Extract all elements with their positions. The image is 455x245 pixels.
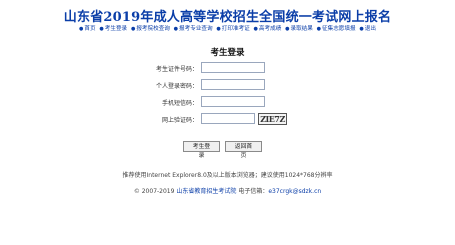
bullet-icon: ● <box>285 26 290 32</box>
captcha-label: 网上验证码： <box>161 117 198 124</box>
back-home-button[interactable]: 返回首页 <box>225 141 262 159</box>
nav-item-label: 录取结果 <box>290 26 313 32</box>
bullet-icon: ● <box>359 26 364 32</box>
email-label: 电子信箱： <box>238 188 269 195</box>
email-link[interactable]: e37crgk@sdzk.cn <box>268 188 321 195</box>
password-input[interactable] <box>201 79 265 90</box>
bullet-icon: ● <box>79 26 84 32</box>
page: 山东省2019年成人高等学校招生全国统一考试网上报名 ●首页 ●考生登录 ●报考… <box>0 0 455 245</box>
captcha-image[interactable]: ZIE7Z <box>258 113 287 125</box>
org-link[interactable]: 山东省教育招生考试院 <box>176 188 236 195</box>
bullet-icon: ● <box>253 26 258 32</box>
sms-row: 手机短信码： <box>0 96 455 110</box>
nav-item-label: 征集志愿填报 <box>322 26 356 32</box>
login-button[interactable]: 考生登录 <box>183 141 220 159</box>
bullet-icon: ● <box>316 26 322 32</box>
nav-item-label: 首页 <box>84 26 96 32</box>
id-number-input[interactable] <box>201 62 265 73</box>
copyright-text: © 2007-2019 <box>133 188 175 195</box>
browser-recommendation: 推荐使用Internet Explorer8.0及以上版本浏览器；建议使用102… <box>122 172 333 179</box>
bullet-icon: ● <box>173 26 179 32</box>
nav-item-school-query[interactable]: ●报考院校查询 <box>131 24 170 32</box>
password-row: 个人登录密码： <box>0 79 455 93</box>
bullet-icon: ● <box>99 26 104 32</box>
nav-item-label: 报考专业查询 <box>179 26 213 32</box>
nav-item-label: 考生登录 <box>104 26 128 32</box>
top-nav: ●首页 ●考生登录 ●报考院校查询 ●报考专业查询 ●打印准考证 ●高考成绩 ●… <box>0 24 455 32</box>
nav-item-scores[interactable]: ●高考成绩 <box>254 24 282 32</box>
bullet-icon: ● <box>216 26 221 32</box>
nav-item-label: 退出 <box>364 26 376 32</box>
sms-code-input[interactable] <box>201 96 265 107</box>
nav-item-login[interactable]: ●考生登录 <box>99 24 127 32</box>
id-row: 考生证件号码： <box>0 62 455 76</box>
copyright-line: © 2007-2019 山东省教育招生考试院 电子信箱：e37crgk@sdzk… <box>0 186 455 195</box>
nav-item-supplementary[interactable]: ●征集志愿填报 <box>317 24 356 32</box>
captcha-input[interactable] <box>201 113 255 124</box>
bullet-icon: ● <box>130 26 136 32</box>
id-label: 考生证件号码： <box>155 66 198 73</box>
nav-item-admission-result[interactable]: ●录取结果 <box>285 24 313 32</box>
nav-item-label: 高考成绩 <box>258 26 282 32</box>
nav-item-print-admission[interactable]: ●打印准考证 <box>216 24 249 32</box>
nav-item-logout[interactable]: ●退出 <box>359 24 376 32</box>
nav-item-major-query[interactable]: ●报考专业查询 <box>174 24 213 32</box>
site-title: 山东省2019年成人高等学校招生全国统一考试网上报名 <box>63 10 392 25</box>
sms-label: 手机短信码： <box>161 100 198 107</box>
nav-item-label: 打印准考证 <box>221 26 250 32</box>
nav-item-home[interactable]: ●首页 <box>79 24 96 32</box>
login-title: 考生登录 <box>210 48 245 58</box>
captcha-row: 网上验证码： <box>0 113 455 127</box>
nav-item-label: 报考院校查询 <box>136 26 170 32</box>
password-label: 个人登录密码： <box>155 83 198 90</box>
